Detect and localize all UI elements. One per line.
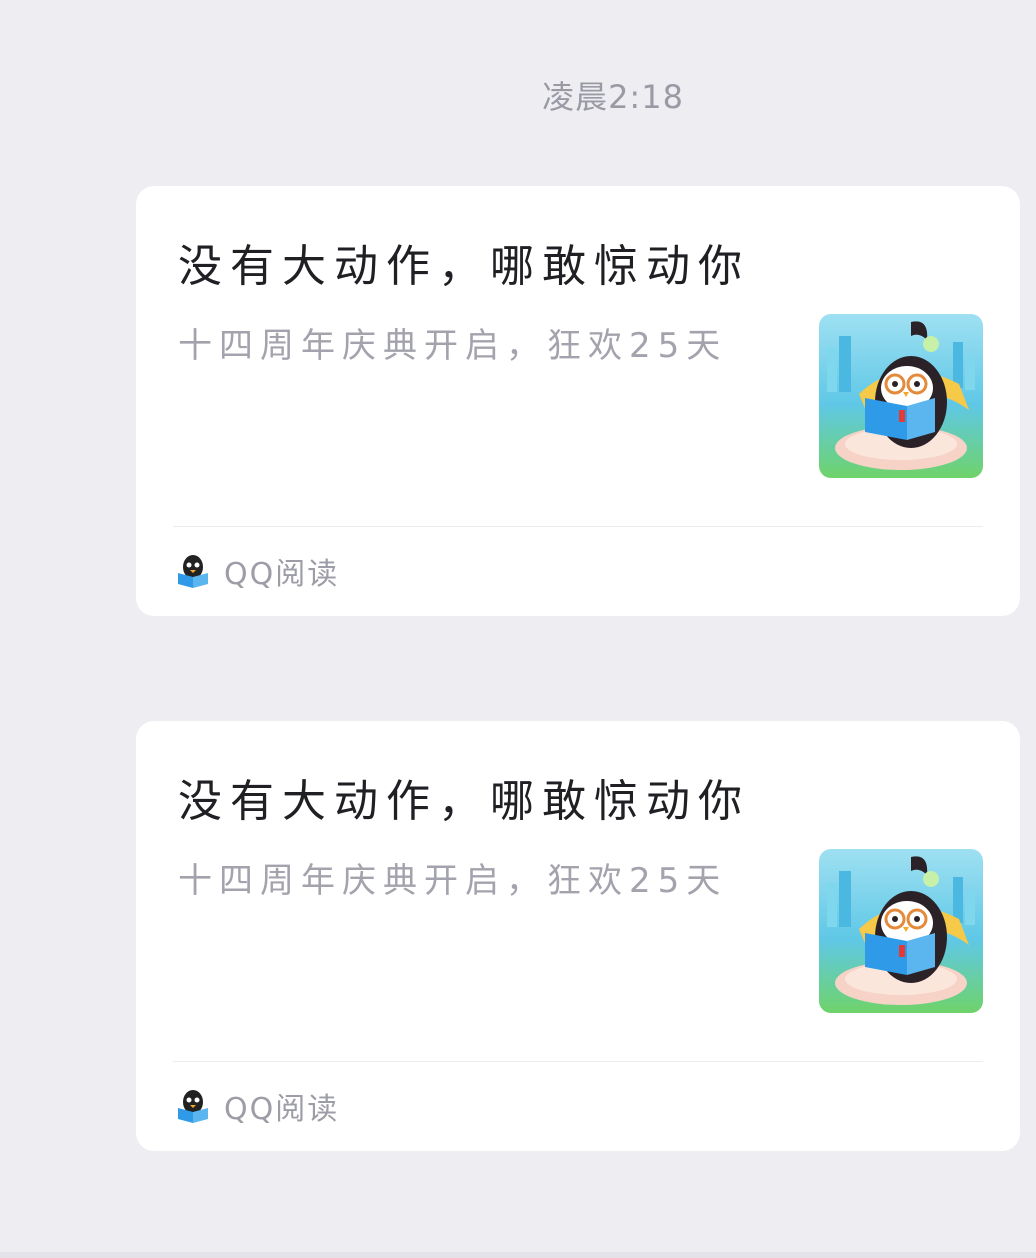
source-name: QQ阅读	[224, 1092, 340, 1127]
qq-reading-penguin-icon	[178, 555, 208, 588]
qq-reading-penguin-icon	[178, 1090, 208, 1123]
bottom-bar	[0, 1252, 1036, 1258]
message-card[interactable]: 没有大动作，哪敢惊动你 十四周年庆典开启，狂欢25天 QQ阅读	[136, 186, 1020, 616]
message-subtitle: 十四周年庆典开启，狂欢25天	[178, 861, 728, 901]
message-title: 没有大动作，哪敢惊动你	[178, 241, 750, 292]
penguin-reading-icon	[819, 314, 983, 478]
message-card[interactable]: 没有大动作，哪敢惊动你 十四周年庆典开启，狂欢25天 QQ阅读	[136, 721, 1020, 1151]
message-subtitle: 十四周年庆典开启，狂欢25天	[178, 326, 728, 366]
message-timestamp: 凌晨2:18	[542, 78, 684, 116]
divider	[173, 1061, 983, 1062]
message-source[interactable]: QQ阅读	[176, 550, 339, 592]
message-source[interactable]: QQ阅读	[176, 1085, 339, 1127]
penguin-reading-icon	[819, 849, 983, 1013]
message-thumbnail[interactable]	[819, 314, 983, 478]
message-title: 没有大动作，哪敢惊动你	[178, 776, 750, 827]
message-thumbnail[interactable]	[819, 849, 983, 1013]
source-name: QQ阅读	[224, 557, 340, 592]
divider	[173, 526, 983, 527]
